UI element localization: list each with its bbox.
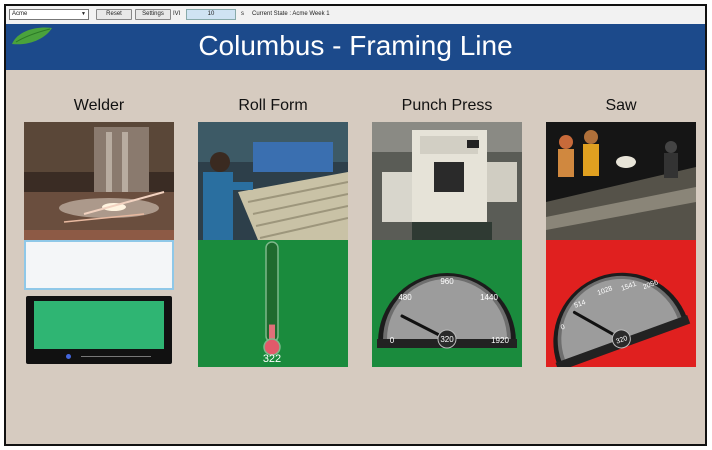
gauge-tick-label: 1920 (491, 336, 509, 345)
header-bar: Columbus - Framing Line (6, 24, 705, 70)
station-label: Roll Form (238, 97, 308, 114)
interval-label: IVI (173, 11, 181, 17)
thermometer-fill (269, 324, 275, 340)
punch-press-photo (372, 122, 522, 240)
page-title: Columbus - Framing Line (198, 30, 513, 61)
station-label: Welder (73, 97, 125, 114)
gauge-tick-label: 960 (440, 277, 454, 286)
station-label: Punch Press (401, 97, 493, 114)
station-label: Saw (605, 97, 637, 114)
seconds-label: s (241, 11, 244, 17)
punch-press-status-panel: 0 480 960 1440 1920 320 (372, 240, 522, 367)
gauge-value: 320 (440, 335, 454, 344)
roll-form-status-panel: 322 (198, 240, 348, 367)
gauge-tick-label: 1440 (480, 293, 498, 302)
thermometer-gauge: 322 (263, 241, 281, 365)
welder-info-box (24, 240, 174, 290)
app-window: Acme ▼ Reset Settings IVI 10 s Current S… (4, 4, 707, 446)
welder-status-indicator (34, 301, 164, 349)
saw-photo (546, 122, 696, 240)
welder-status-panel (24, 240, 174, 367)
current-state-text: Current State : Acme Week 1 (252, 11, 330, 17)
radial-gauge: 0 480 960 1440 1920 320 (377, 273, 517, 349)
welder-monitor (26, 296, 172, 364)
interval-input[interactable]: 10 (186, 9, 236, 20)
chevron-down-icon: ▼ (81, 11, 86, 17)
welder-photo (24, 122, 174, 240)
thermometer-value: 322 (263, 353, 281, 365)
toolbar: Acme ▼ Reset Settings IVI 10 s Current S… (6, 6, 705, 25)
monitor-divider (81, 356, 151, 357)
site-select[interactable]: Acme ▼ (9, 9, 89, 20)
roll-form-photo (198, 122, 348, 240)
gauge-tick-label: 480 (398, 293, 412, 302)
settings-button[interactable]: Settings (135, 9, 171, 20)
saw-status-panel: 0 514 1028 1541 2056 320 (546, 240, 696, 372)
radial-gauge: 0 514 1028 1541 2056 320 (553, 272, 691, 372)
site-select-value: Acme (12, 11, 28, 17)
reset-button[interactable]: Reset (96, 9, 132, 20)
monitor-logo-icon (66, 354, 71, 359)
gauge-tick-label: 0 (390, 336, 395, 345)
